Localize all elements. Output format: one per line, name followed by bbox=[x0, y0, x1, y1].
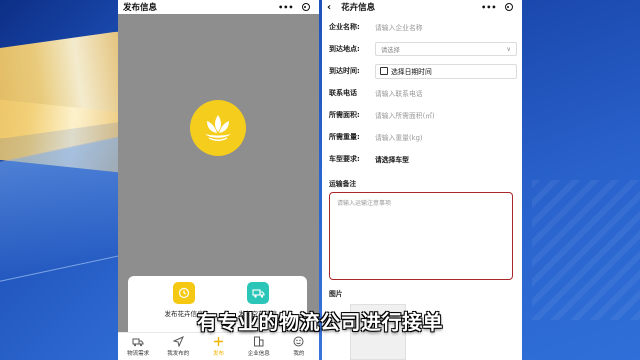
arrival-label: 到达时间: bbox=[329, 67, 360, 75]
chevron-down-icon: ∨ bbox=[506, 45, 511, 53]
tab-company-info[interactable]: 企业信息 bbox=[239, 333, 279, 360]
mini-program-capsule[interactable]: ••• bbox=[274, 2, 314, 12]
video-subtitle: 有专业的物流公司进行接单 bbox=[197, 310, 443, 334]
back-icon[interactable]: ‹ bbox=[327, 2, 331, 13]
tab-label: 我的 bbox=[293, 351, 305, 357]
plus-icon bbox=[213, 336, 225, 347]
company-label: 企业名称: bbox=[329, 23, 360, 31]
smile-icon bbox=[293, 336, 305, 347]
publish-titlebar: 发布信息 ••• bbox=[118, 0, 319, 14]
area-row: 所需面积: 请输入所需面积(㎡) bbox=[322, 104, 522, 126]
truck-outline-icon bbox=[132, 336, 144, 347]
notes-textarea[interactable]: 请输入运输注意事项 bbox=[329, 192, 513, 280]
close-target-icon[interactable] bbox=[504, 3, 513, 11]
close-target-icon[interactable] bbox=[301, 3, 310, 11]
vehicle-select[interactable]: 请选择车型 bbox=[375, 154, 409, 164]
weight-input[interactable]: 请输入重量(kg) bbox=[375, 132, 423, 142]
phone-input[interactable]: 请输入联系电话 bbox=[375, 88, 423, 98]
flower-info-form: 企业名称: 请输入企业名称 到达地点: 请选择 ∨ 到达时间: 选择日期时间 联… bbox=[322, 14, 522, 170]
image-label: 图片 bbox=[329, 290, 343, 298]
arrival-datetime-picker[interactable]: 选择日期时间 bbox=[375, 63, 517, 79]
tab-my-published[interactable]: 我发布的 bbox=[158, 333, 198, 360]
page-title: 花卉信息 bbox=[341, 3, 376, 13]
tab-label: 我发布的 bbox=[167, 351, 190, 357]
area-label: 所需面积: bbox=[329, 111, 360, 119]
vehicle-row: 车型要求: 请选择车型 bbox=[322, 148, 522, 170]
tab-publish[interactable]: 发布 bbox=[198, 333, 238, 360]
arrival-row: 到达时间: 选择日期时间 bbox=[322, 60, 522, 82]
building-icon bbox=[253, 336, 265, 347]
lotus-icon bbox=[205, 115, 231, 141]
destination-select[interactable]: 请选择 ∨ bbox=[375, 42, 517, 56]
decor-glass bbox=[0, 134, 120, 286]
send-icon bbox=[172, 336, 184, 347]
phone-row: 联系电话 请输入联系电话 bbox=[322, 82, 522, 104]
tab-label: 物流需求 bbox=[127, 351, 150, 357]
more-icon[interactable]: ••• bbox=[278, 3, 293, 12]
notes-placeholder: 请输入运输注意事项 bbox=[337, 200, 392, 207]
destination-select-value: 请选择 bbox=[381, 46, 400, 54]
notes-label: 运输备注 bbox=[329, 180, 357, 188]
company-row: 企业名称: 请输入企业名称 bbox=[322, 16, 522, 38]
vehicle-label: 车型要求: bbox=[329, 155, 360, 163]
flower-info-titlebar: ‹ 花卉信息 ••• bbox=[322, 0, 522, 14]
truck-icon bbox=[247, 282, 269, 304]
weight-row: 所需重量: 请输入重量(kg) bbox=[322, 126, 522, 148]
tab-logistics-demand[interactable]: 物流需求 bbox=[118, 333, 158, 360]
destination-row: 到达地点: 请选择 ∨ bbox=[322, 38, 522, 60]
more-icon[interactable]: ••• bbox=[481, 3, 496, 12]
bottom-tabbar: 物流需求 我发布的 发布 企业信息 我的 bbox=[118, 332, 319, 360]
mini-program-capsule[interactable]: ••• bbox=[477, 2, 517, 12]
area-input[interactable]: 请输入所需面积(㎡) bbox=[375, 110, 435, 120]
page-title: 发布信息 bbox=[123, 3, 158, 13]
destination-label: 到达地点: bbox=[329, 45, 360, 53]
app-logo bbox=[190, 100, 246, 156]
weight-label: 所需重量: bbox=[329, 133, 360, 141]
tab-label: 企业信息 bbox=[247, 351, 270, 357]
company-input[interactable]: 请输入企业名称 bbox=[375, 22, 423, 32]
calendar-icon bbox=[380, 67, 388, 75]
tab-mine[interactable]: 我的 bbox=[279, 333, 319, 360]
phone-label: 联系电话 bbox=[329, 89, 357, 97]
tab-label: 发布 bbox=[213, 351, 225, 357]
arrival-datetime-value: 选择日期时间 bbox=[391, 68, 432, 76]
flower-clock-icon bbox=[173, 282, 195, 304]
